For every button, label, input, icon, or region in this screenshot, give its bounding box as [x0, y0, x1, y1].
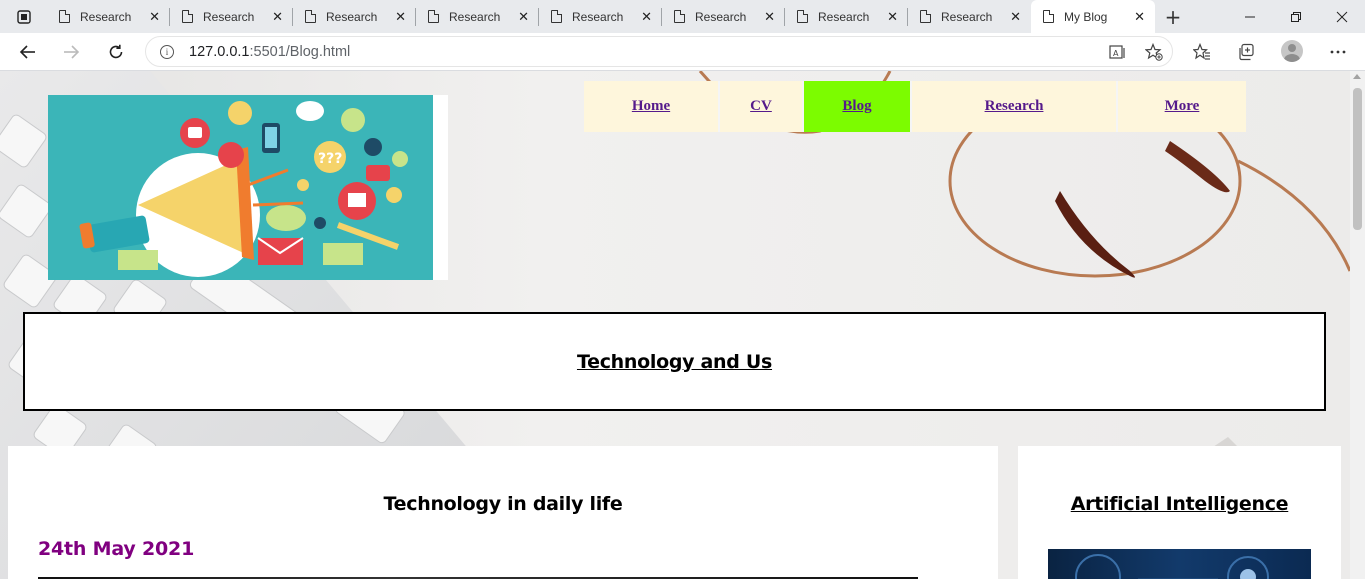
nav-link-more[interactable]: More: [1118, 81, 1246, 132]
site-title: Technology and Us: [576, 350, 773, 373]
sidebar-card: Artificial Intelligence: [1018, 446, 1341, 579]
page-icon: [428, 10, 439, 23]
page-icon: [551, 10, 562, 23]
svg-text:A: A: [1113, 49, 1119, 58]
page-viewport: ??? Home CV Blog Research More Technolog…: [0, 71, 1350, 579]
more-options-icon[interactable]: [1328, 42, 1348, 62]
immersive-reader-icon[interactable]: A: [1108, 42, 1128, 62]
page-scrollbar[interactable]: [1350, 71, 1365, 579]
tab-label: Research: [449, 9, 501, 24]
browser-tab[interactable]: Research ✕: [662, 0, 785, 33]
close-tab-icon[interactable]: ✕: [764, 9, 775, 25]
browser-tab[interactable]: Research ✕: [908, 0, 1031, 33]
nav-link-research[interactable]: Research: [912, 81, 1118, 132]
window-close-icon[interactable]: [1319, 0, 1365, 33]
back-arrow-icon[interactable]: [13, 37, 43, 67]
tab-label: Research: [572, 9, 624, 24]
site-title-banner: Technology and Us: [23, 312, 1326, 411]
close-tab-icon[interactable]: ✕: [149, 9, 160, 25]
tab-strip: Research ✕ Research ✕ Research ✕ Researc…: [0, 0, 1365, 33]
close-tab-icon[interactable]: ✕: [887, 9, 898, 25]
browser-tab[interactable]: Research ✕: [785, 0, 908, 33]
close-tab-icon[interactable]: ✕: [395, 9, 406, 25]
nav-link-cv[interactable]: CV: [720, 81, 804, 132]
restore-icon[interactable]: [1273, 0, 1319, 33]
reload-icon[interactable]: [101, 37, 131, 67]
browser-tab[interactable]: Research ✕: [416, 0, 539, 33]
minimize-icon[interactable]: [1227, 0, 1273, 33]
tab-label: Research: [941, 9, 993, 24]
ai-thumbnail-image: [1048, 549, 1311, 579]
browser-tab[interactable]: Research ✕: [293, 0, 416, 33]
site-info-icon[interactable]: i: [160, 44, 174, 59]
scroll-up-arrow-icon[interactable]: [1353, 74, 1361, 79]
close-tab-icon[interactable]: ✕: [518, 9, 529, 25]
nav-link-blog[interactable]: Blog: [804, 81, 912, 132]
page-icon: [797, 10, 808, 23]
collections-icon[interactable]: [1236, 42, 1256, 62]
main-navigation: Home CV Blog Research More: [584, 81, 1246, 132]
url-text[interactable]: 127.0.0.1:5501/Blog.html: [189, 44, 350, 60]
tab-label: Research: [203, 9, 255, 24]
tab-actions-menu-icon[interactable]: [4, 0, 44, 33]
blog-logo-image: ???: [48, 95, 448, 280]
close-tab-icon[interactable]: ✕: [641, 9, 652, 25]
browser-tab-active[interactable]: My Blog ✕: [1031, 0, 1155, 33]
tab-label: Research: [80, 9, 132, 24]
tab-label: Research: [818, 9, 870, 24]
nav-link-home[interactable]: Home: [584, 81, 720, 132]
close-tab-icon[interactable]: ✕: [1010, 9, 1021, 25]
close-tab-icon[interactable]: ✕: [1134, 9, 1145, 25]
profile-avatar[interactable]: [1281, 40, 1303, 62]
browser-tab[interactable]: Research ✕: [170, 0, 293, 33]
post-date: 24th May 2021: [38, 538, 195, 560]
page-icon: [182, 10, 193, 23]
page-icon: [674, 10, 685, 23]
tab-label: My Blog: [1064, 9, 1108, 24]
browser-tab[interactable]: Research ✕: [539, 0, 662, 33]
scrollbar-thumb[interactable]: [1353, 88, 1362, 230]
sidebar-title: Artificial Intelligence: [1070, 493, 1289, 515]
page-icon: [920, 10, 931, 23]
browser-toolbar: i 127.0.0.1:5501/Blog.html A: [0, 33, 1365, 71]
tab-label: Research: [695, 9, 747, 24]
new-tab-button[interactable]: +: [1158, 0, 1188, 33]
favorites-icon[interactable]: [1192, 42, 1212, 62]
forward-arrow-icon[interactable]: [56, 37, 86, 67]
address-bar[interactable]: i 127.0.0.1:5501/Blog.html: [145, 36, 1173, 67]
post-title: Technology in daily life: [383, 493, 623, 515]
megaphone-illustration-icon: ???: [48, 95, 433, 280]
close-tab-icon[interactable]: ✕: [272, 9, 283, 25]
tab-label: Research: [326, 9, 378, 24]
page-icon: [1043, 10, 1054, 23]
page-icon: [59, 10, 70, 23]
svg-text:???: ???: [318, 151, 342, 167]
add-favorite-star-icon[interactable]: [1144, 42, 1164, 62]
page-icon: [305, 10, 316, 23]
main-post-card: Technology in daily life 24th May 2021: [8, 446, 998, 579]
browser-tab[interactable]: Research ✕: [47, 0, 170, 33]
